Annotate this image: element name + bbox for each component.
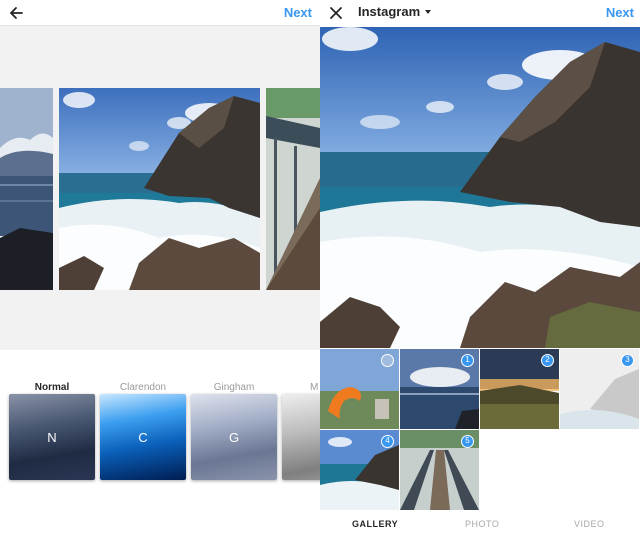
gallery-thumbnail[interactable]: 3 <box>560 349 639 429</box>
photo-carousel[interactable] <box>0 88 320 290</box>
editor-top-bar: Next <box>0 0 320 26</box>
filter-letter: N <box>47 429 57 445</box>
next-button[interactable]: Next <box>606 5 634 20</box>
picker-tab-bar: GALLERY PHOTO VIDEO <box>320 511 640 536</box>
chevron-down-icon <box>425 9 432 14</box>
gallery-thumbnail[interactable]: 2 <box>480 349 559 429</box>
selection-circle[interactable] <box>381 354 394 367</box>
filter-label: M <box>310 382 319 393</box>
selected-photo-preview[interactable] <box>320 27 640 348</box>
gallery-thumbnail[interactable]: 1 <box>400 349 479 429</box>
next-button[interactable]: Next <box>284 5 312 20</box>
carousel-photo-previous[interactable] <box>0 88 53 290</box>
filter-letter: C <box>138 429 148 445</box>
selection-badge[interactable]: 4 <box>381 435 394 448</box>
filter-thumbnail[interactable] <box>282 394 320 480</box>
close-icon[interactable] <box>326 3 346 23</box>
filter-thumbnail[interactable]: C <box>100 394 186 480</box>
selection-badge[interactable]: 5 <box>461 435 474 448</box>
picker-top-bar: Instagram Next <box>320 0 640 26</box>
filter-letter: G <box>228 429 240 445</box>
gallery-thumbnail[interactable]: 5 <box>400 430 479 510</box>
gallery-picker-pane: Instagram Next 1 2 3 4 5 GALLERY PHOTO V… <box>320 0 640 536</box>
tab-video[interactable]: VIDEO <box>574 519 605 529</box>
gallery-thumbnail[interactable] <box>320 349 399 429</box>
album-selector[interactable]: Instagram <box>358 4 432 19</box>
filter-editor-pane: Next Normal N Clarendon C Gingham G M <box>0 0 320 536</box>
filter-strip: Normal N Clarendon C Gingham G M <box>0 350 320 536</box>
carousel-photo-current[interactable] <box>59 88 260 290</box>
album-title: Instagram <box>358 4 421 19</box>
filter-label: Gingham <box>213 382 255 393</box>
filter-thumbnail[interactable]: N <box>9 394 95 480</box>
filter-label: Clarendon <box>119 382 167 393</box>
filter-label: Normal <box>34 382 70 393</box>
carousel-photo-next[interactable] <box>266 88 320 290</box>
selection-badge[interactable]: 3 <box>621 354 634 367</box>
selection-badge[interactable]: 1 <box>461 354 474 367</box>
selection-badge[interactable]: 2 <box>541 354 554 367</box>
tab-photo[interactable]: PHOTO <box>465 519 499 529</box>
gallery-thumbnail[interactable]: 4 <box>320 430 399 510</box>
gallery-grid: 1 2 3 4 5 <box>320 349 640 511</box>
tab-gallery[interactable]: GALLERY <box>352 519 398 529</box>
arrow-left-icon[interactable] <box>6 3 26 23</box>
filter-thumbnail[interactable]: G <box>191 394 277 480</box>
